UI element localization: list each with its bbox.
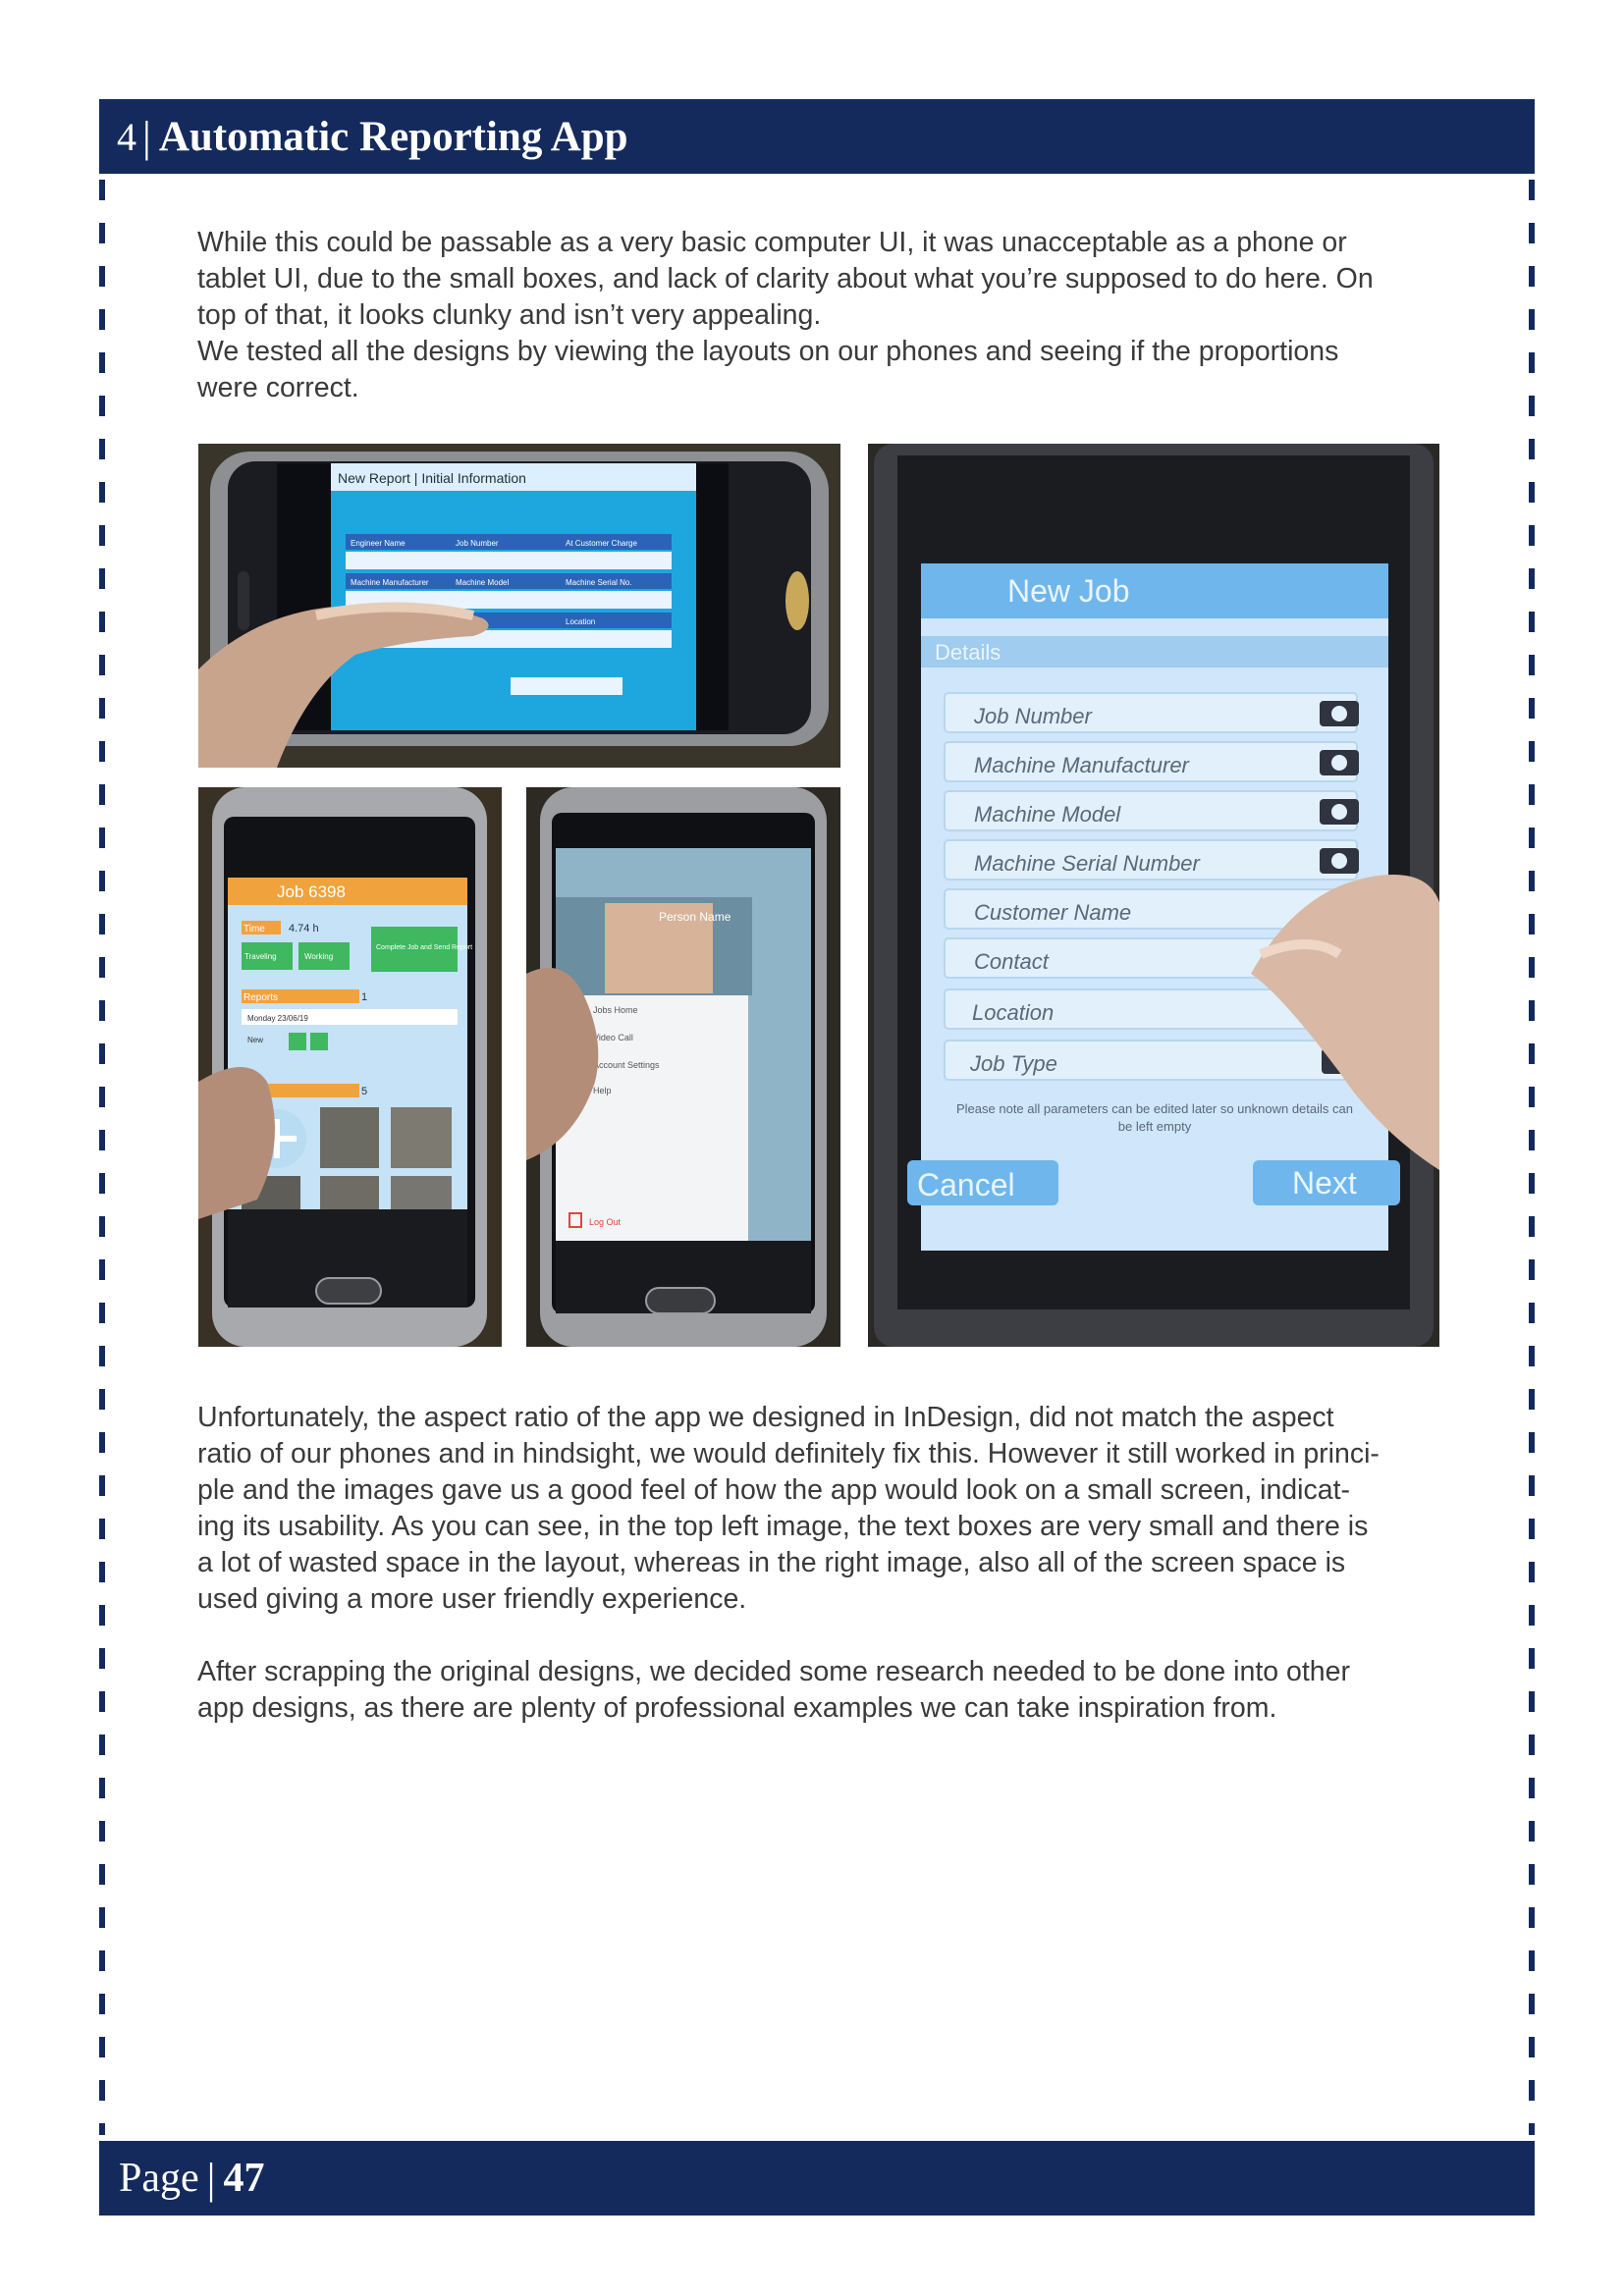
form-title: New Report | Initial Information xyxy=(338,470,526,486)
text-line: app designs, as there are plenty of prof… xyxy=(197,1692,1277,1724)
field-machine-serial-number: Machine Serial Number xyxy=(974,851,1202,876)
page-number: 47 xyxy=(223,2156,265,2201)
text-line: a lot of wasted space in the layout, whe… xyxy=(197,1547,1346,1578)
field-location: Location xyxy=(972,1000,1054,1025)
note-line-2: be left empty xyxy=(1118,1119,1192,1134)
text-line: were correct. xyxy=(197,372,359,403)
menu-item-help: Help xyxy=(593,1086,612,1095)
form-field-label: Location xyxy=(566,617,595,626)
working-button: Working xyxy=(304,952,333,961)
photo-side-menu-phone: Person Name Jobs Home Video Call Account… xyxy=(526,787,840,1347)
text-line: ing its usability. As you can see, in th… xyxy=(197,1511,1369,1542)
time-value: 4.74 h xyxy=(289,923,319,934)
field-job-number: Job Number xyxy=(973,704,1094,728)
form-field-label: Engineer Name xyxy=(351,539,406,548)
form-field-label: At Customer Charge xyxy=(566,539,637,548)
text-line: tablet UI, due to the small boxes, and l… xyxy=(197,263,1374,294)
body-paragraph-research: After scrapping the original designs, we… xyxy=(197,1654,1444,1727)
section-number: 4 xyxy=(117,114,136,159)
right-dashed-border xyxy=(1529,180,1535,2135)
left-dashed-border xyxy=(99,180,105,2135)
form-field-label: Machine Manufacturer xyxy=(351,578,429,587)
report-status: New xyxy=(247,1036,263,1044)
next-button: Next xyxy=(1292,1165,1357,1201)
reports-label: Reports xyxy=(244,992,278,1003)
text-line: Unfortunately, the aspect ratio of the a… xyxy=(197,1402,1334,1433)
text-line: After scrapping the original designs, we… xyxy=(197,1656,1350,1687)
photo-new-job-screen-phone: New Job Details Job Number Machine Manuf… xyxy=(868,444,1439,1347)
field-contact: Contact xyxy=(974,949,1050,974)
menu-item-account-settings: Account Settings xyxy=(593,1060,660,1070)
field-job-type: Job Type xyxy=(969,1051,1057,1076)
body-paragraph-aspect-ratio: Unfortunately, the aspect ratio of the a… xyxy=(197,1400,1444,1618)
traveling-button: Traveling xyxy=(244,952,277,961)
field-customer-name: Customer Name xyxy=(974,900,1131,925)
menu-item-log-out: Log Out xyxy=(589,1217,622,1227)
person-name: Person Name xyxy=(659,910,731,924)
header-separator: | xyxy=(142,112,151,161)
text-line: top of that, it looks clunky and isn’t v… xyxy=(197,299,822,331)
footer-separator: | xyxy=(206,2154,216,2203)
photo-job-screen-phone: Job 6398 Time 4.74 h Traveling Working C… xyxy=(198,787,502,1347)
new-job-title: New Job xyxy=(1007,573,1130,609)
form-field-label: Machine Model xyxy=(456,578,509,587)
report-date: Monday 23/06/19 xyxy=(247,1014,308,1023)
text-line: ratio of our phones and in hindsight, we… xyxy=(197,1438,1380,1469)
note-line-1: Please note all parameters can be edited… xyxy=(956,1101,1353,1116)
complete-job-button: Complete Job and Send Report xyxy=(376,944,472,951)
photo-landscape-phone-form: New Report | Initial Information Enginee… xyxy=(198,444,840,768)
field-machine-manufacturer: Machine Manufacturer xyxy=(974,753,1191,777)
field-machine-model: Machine Model xyxy=(974,802,1121,827)
section-title: Automatic Reporting App xyxy=(158,113,628,160)
menu-item-video-call: Video Call xyxy=(593,1033,633,1042)
details-section-label: Details xyxy=(935,640,1001,665)
section-header: 4 | Automatic Reporting App xyxy=(99,99,1535,174)
reports-count: 1 xyxy=(361,991,367,1003)
document-page: 4 | Automatic Reporting App While this c… xyxy=(0,0,1624,2296)
text-line: used giving a more user friendly experie… xyxy=(197,1583,747,1615)
page-label: Page xyxy=(119,2156,199,2201)
text-line: We tested all the designs by viewing the… xyxy=(197,336,1339,367)
cancel-button: Cancel xyxy=(917,1167,1015,1202)
page-footer: Page | 47 xyxy=(99,2141,1535,2216)
menu-item-jobs-home: Jobs Home xyxy=(593,1005,638,1015)
text-line: ple and the images gave us a good feel o… xyxy=(197,1474,1350,1506)
form-field-label: Machine Serial No. xyxy=(566,578,632,587)
job-title: Job 6398 xyxy=(277,882,346,901)
text-line: While this could be passable as a very b… xyxy=(197,227,1347,258)
form-field-label: Job Number xyxy=(456,539,499,548)
intro-paragraph: While this could be passable as a very b… xyxy=(197,225,1444,406)
photos-count: 5 xyxy=(361,1086,367,1097)
time-label: Time xyxy=(244,924,265,934)
